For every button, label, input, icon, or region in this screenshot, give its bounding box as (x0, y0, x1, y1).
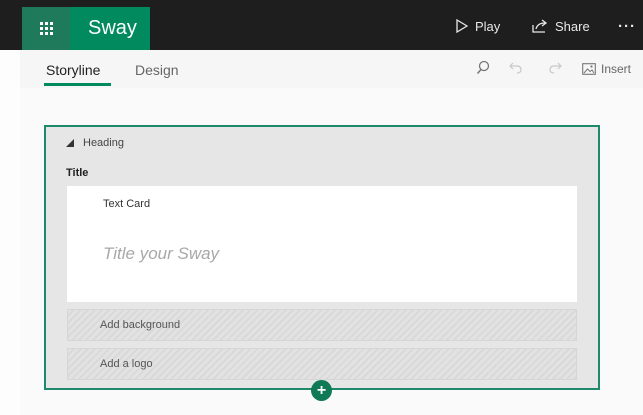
share-button[interactable]: Share (532, 14, 590, 38)
add-logo-label: Add a logo (100, 358, 153, 370)
more-icon: ··· (618, 17, 636, 35)
heading-section-toggle[interactable]: Heading (66, 137, 124, 149)
app-launcher-icon (39, 22, 53, 35)
app-launcher-button[interactable] (22, 7, 70, 50)
app-header: Sway Play Share ··· (0, 0, 643, 50)
text-card-label: Text Card (103, 198, 151, 210)
search-icon[interactable] (476, 60, 490, 76)
heading-card-group[interactable]: Heading Title Text Card Title your Sway … (44, 125, 600, 390)
collapse-triangle-icon (66, 139, 74, 147)
heading-label: Heading (83, 137, 124, 149)
title-input[interactable]: Title your Sway (103, 244, 219, 264)
left-gutter (0, 50, 20, 415)
add-background-label: Add background (100, 319, 181, 331)
text-card[interactable]: Text Card Title your Sway (67, 186, 577, 302)
add-background-button[interactable]: Add background (67, 309, 577, 341)
play-button[interactable]: Play (456, 14, 500, 38)
play-icon (456, 19, 468, 33)
undo-icon[interactable] (509, 60, 523, 74)
play-label: Play (475, 18, 501, 34)
share-label: Share (555, 18, 590, 34)
storyline-toolbar: Storyline Design Insert (20, 50, 643, 89)
add-icon: + (316, 381, 327, 399)
app-title[interactable]: Sway (70, 7, 150, 50)
share-icon (532, 19, 548, 33)
title-section-label: Title (66, 167, 89, 179)
more-options-button[interactable]: ··· (618, 14, 636, 38)
add-logo-button[interactable]: Add a logo (67, 348, 577, 380)
active-tab-indicator (44, 83, 111, 86)
redo-icon[interactable] (548, 60, 562, 74)
insert-button[interactable]: Insert (582, 62, 631, 76)
insert-label: Insert (601, 62, 632, 76)
tab-storyline[interactable]: Storyline (46, 62, 100, 78)
tab-design[interactable]: Design (135, 62, 179, 78)
add-card-button[interactable]: + (311, 380, 332, 401)
image-icon (582, 63, 596, 75)
